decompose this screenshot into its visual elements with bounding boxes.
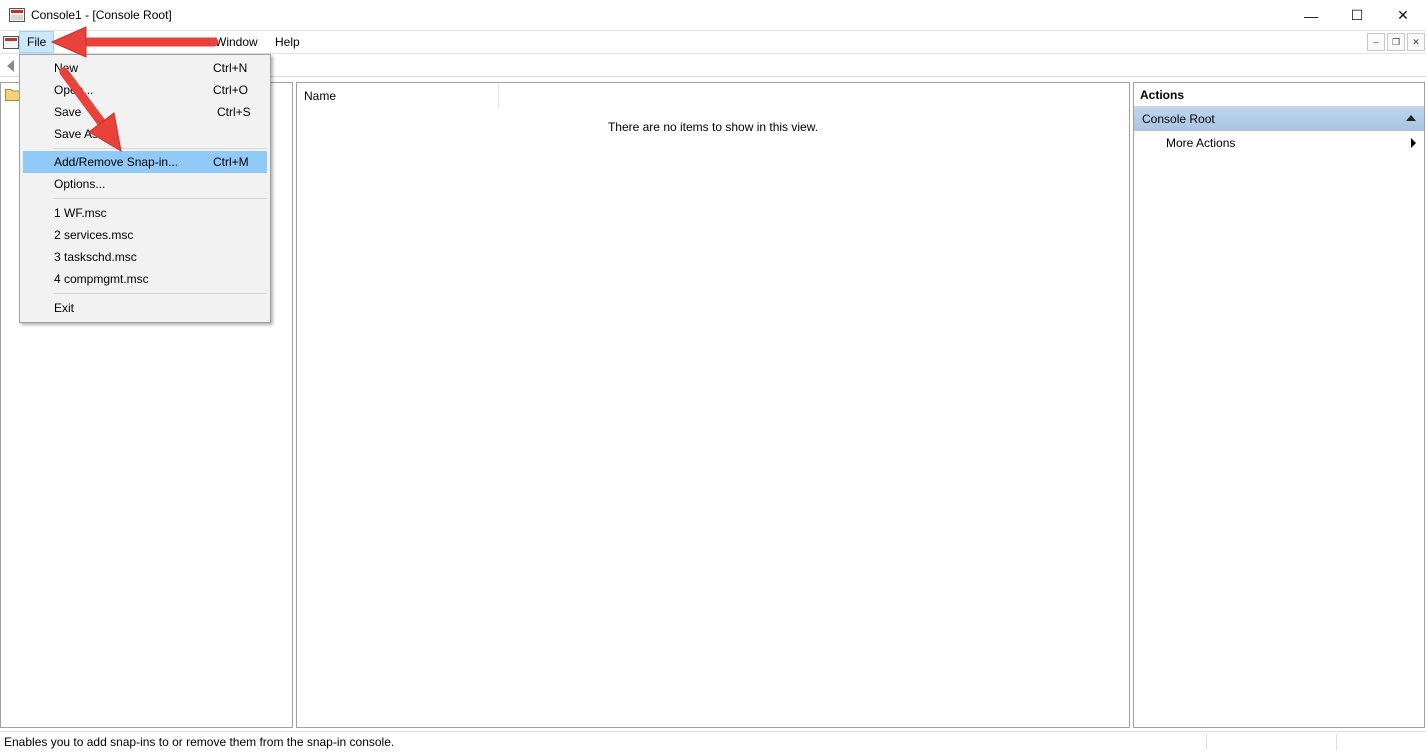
minimize-button[interactable]: — [1288,0,1334,31]
menu-item-label: Open... [54,83,94,97]
menu-item-label: 3 taskschd.msc [54,250,137,264]
file-menu-recent-1[interactable]: 1 WF.msc [23,202,267,224]
child-close-button[interactable]: ✕ [1407,33,1425,51]
actions-item-label: More Actions [1166,136,1236,150]
file-menu-open[interactable]: Open... Ctrl+O [23,79,267,101]
menu-separator [53,198,267,199]
menu-view[interactable]: View [105,31,145,53]
actions-item-more-actions[interactable]: More Actions [1134,131,1424,155]
menu-help[interactable]: Help [268,31,307,53]
child-minimize-button[interactable]: – [1367,33,1385,51]
menu-action[interactable]: Action [56,31,103,53]
actions-pane: Actions Console Root More Actions [1133,82,1425,728]
document-system-menu-icon[interactable] [3,34,19,50]
file-menu-save[interactable]: Save Ctrl+S [23,101,267,123]
menu-item-label: Add/Remove Snap-in... [54,155,179,169]
status-divider [1336,734,1337,750]
menu-item-shortcut: Ctrl+S [217,105,251,119]
actions-group-label: Console Root [1142,112,1215,126]
menu-item-shortcut: Ctrl+M [213,155,249,169]
menu-separator [53,148,267,149]
menu-item-label: Options... [54,177,106,191]
close-button[interactable]: ✕ [1380,0,1426,31]
mmc-console-icon [9,8,25,22]
menu-favorites[interactable]: Favorites [146,31,209,53]
menu-file[interactable]: File [19,31,55,53]
file-menu-recent-2[interactable]: 2 services.msc [23,224,267,246]
file-menu-recent-3[interactable]: 3 taskschd.msc [23,246,267,268]
maximize-button[interactable]: ☐ [1334,0,1380,31]
file-menu-recent-4[interactable]: 4 compmgmt.msc [23,268,267,290]
collapse-up-icon[interactable] [1406,115,1416,121]
menu-item-shortcut: Ctrl+O [213,83,249,97]
menu-item-label: 4 compmgmt.msc [54,272,149,286]
status-text: Enables you to add snap-ins to or remove… [4,735,395,749]
menu-item-shortcut: Ctrl+N [213,61,248,75]
file-menu-add-remove-snap-in[interactable]: Add/Remove Snap-in... Ctrl+M [23,151,267,173]
file-menu-dropdown: New Ctrl+N Open... Ctrl+O Save Ctrl+S Sa… [19,54,271,323]
child-restore-button[interactable]: ❐ [1387,33,1405,51]
menu-item-label: 2 services.msc [54,228,134,242]
menu-item-label: Exit [54,301,75,315]
submenu-arrow-icon [1411,138,1416,148]
empty-view-message: There are no items to show in this view. [607,120,819,134]
menu-item-label: Save As... [54,127,109,141]
menu-separator [53,293,267,294]
file-menu-options[interactable]: Options... [23,173,267,195]
window-title: Console1 - [Console Root] [31,8,172,22]
column-header-name[interactable]: Name [297,84,499,109]
file-menu-new[interactable]: New Ctrl+N [23,57,267,79]
back-arrow-icon[interactable] [4,58,18,74]
menu-item-label: 1 WF.msc [54,206,107,220]
menu-bar: File Action View Favorites Window Help –… [0,31,1426,54]
results-pane: Name There are no items to show in this … [296,82,1130,728]
title-bar: Console1 - [Console Root] — ☐ ✕ [0,0,1426,31]
file-menu-exit[interactable]: Exit [23,297,267,319]
actions-pane-title: Actions [1134,83,1424,107]
menu-item-label: Save [54,105,82,119]
status-bar: Enables you to add snap-ins to or remove… [0,731,1426,752]
menu-window[interactable]: Window [208,31,265,53]
status-divider [1206,734,1207,750]
menu-item-label: New [54,61,79,75]
file-menu-save-as[interactable]: Save As... [23,123,267,145]
actions-group-console-root[interactable]: Console Root [1134,107,1424,131]
